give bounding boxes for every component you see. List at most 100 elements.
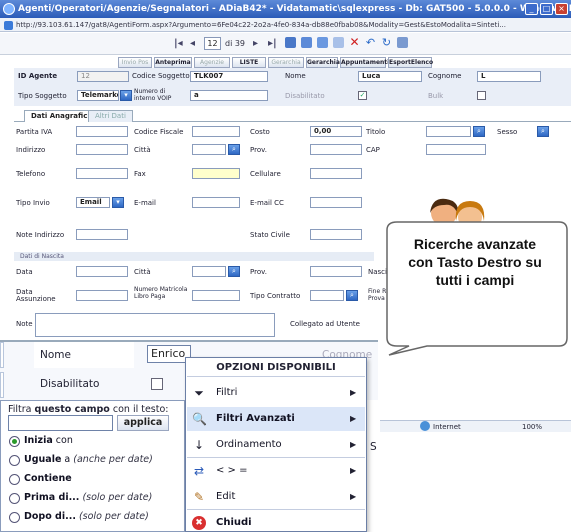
tipo-contratto-field[interactable] [310, 290, 344, 301]
zoom-disabilitato-checkbox[interactable] [151, 378, 163, 390]
telefono-label: Telefono [16, 170, 46, 178]
edit-icon[interactable] [333, 37, 344, 48]
disabilitato-checkbox[interactable]: ✓ [358, 91, 367, 100]
citta-nascita-field[interactable] [192, 266, 226, 277]
toolbar-button-esportelenco[interactable]: EsportElenco [388, 57, 433, 68]
tipo-invio-dropdown-icon[interactable]: ▾ [112, 197, 124, 208]
cognome-field[interactable]: L [477, 71, 541, 82]
email-field[interactable] [192, 197, 240, 208]
titolo-field[interactable] [426, 126, 471, 137]
tipo-contratto-search-icon[interactable]: ⌕ [346, 290, 358, 301]
filter-radio-0[interactable] [9, 436, 20, 447]
first-record-button[interactable]: |◂ [174, 38, 183, 49]
context-menu-item-chiudi[interactable] [187, 511, 365, 532]
id-agente-label: ID Agente [18, 72, 58, 80]
minimize-button[interactable]: _ [525, 3, 538, 15]
citta-field[interactable] [192, 144, 226, 155]
disabilitato-label: Disabilitato [285, 92, 325, 100]
matricola-label: Numero Matricola Libro Paga [134, 286, 188, 300]
stato-civile-label: Stato Civile [250, 231, 290, 239]
print-icon[interactable] [397, 37, 408, 48]
prov-label: Prov. [250, 146, 267, 154]
toolbar-button-anteprima[interactable]: Anteprima [154, 57, 192, 68]
codice-soggetto-field[interactable]: TLK007 [190, 71, 268, 82]
toolbar-button-gerarchia[interactable]: Gerarchia [306, 57, 340, 68]
filter-apply-button[interactable]: applica [117, 415, 169, 431]
tipo-invio-select[interactable]: Email [76, 197, 110, 208]
context-menu-title: OPZIONI DISPONIBILI [187, 359, 365, 377]
email-label: E-mail [134, 199, 156, 207]
toolbar-button-appuntamenti[interactable]: Appuntamenti [340, 57, 389, 68]
refresh-icon[interactable]: ↻ [381, 37, 392, 48]
new-record-icon[interactable] [301, 37, 312, 48]
dati-nascita-header: Dati di Nascita [14, 252, 374, 261]
fax-label: Fax [134, 170, 146, 178]
magnifier-icon: 🔍 [192, 412, 207, 426]
costo-field[interactable]: 0,00 [310, 126, 362, 137]
copy-icon[interactable] [317, 37, 328, 48]
filter-option-label[interactable]: Prima di... (solo per date) [24, 492, 152, 503]
titolo-search-icon[interactable]: ⌕ [473, 126, 485, 137]
citta-nascita-label: Città [134, 268, 151, 276]
note-indirizzo-field[interactable] [76, 229, 128, 240]
prov-nascita-field[interactable] [310, 266, 362, 277]
context-menu-item-[interactable] [187, 459, 365, 483]
indirizzo-field[interactable] [76, 144, 128, 155]
data-assunzione-field[interactable] [76, 290, 128, 301]
prov-field[interactable] [310, 144, 362, 155]
citta-search-icon[interactable]: ⌕ [228, 144, 240, 155]
undo-icon[interactable]: ↶ [365, 37, 376, 48]
data-nascita-field[interactable] [76, 266, 128, 277]
filter-option-label[interactable]: Contiene [24, 473, 72, 484]
context-menu-item-edit[interactable] [187, 485, 365, 509]
cellulare-field[interactable] [310, 168, 362, 179]
filter-text-input[interactable] [8, 415, 113, 431]
nome-field[interactable]: Luca [358, 71, 422, 82]
tipo-soggetto-select[interactable]: Telemarketing [77, 90, 119, 101]
zoom-level[interactable]: 100% [522, 423, 542, 431]
partita-iva-field[interactable] [76, 126, 128, 137]
tab-altri-dati[interactable]: Altri Dati [88, 110, 133, 122]
tab-dati-anagrafici[interactable]: Dati Anagrafici [24, 110, 97, 122]
context-menu-item-label: Ordinamento [216, 439, 282, 450]
filter-radio-1[interactable] [9, 455, 20, 466]
save-icon[interactable] [285, 37, 296, 48]
bulk-checkbox[interactable] [477, 91, 486, 100]
id-agente-field[interactable]: 12 [77, 71, 129, 82]
filter-option-label[interactable]: Uguale a (anche per date) [24, 454, 153, 465]
filter-option-label[interactable]: Dopo di... (solo per date) [24, 511, 149, 522]
cap-field[interactable] [426, 144, 486, 155]
filter-title: Filtra questo campo con il testo: [8, 404, 169, 415]
telefono-field[interactable] [76, 168, 128, 179]
codice-fiscale-field[interactable] [192, 126, 240, 137]
cellulare-label: Cellulare [250, 170, 281, 178]
stato-civile-field[interactable] [310, 229, 362, 240]
email-cc-field[interactable] [310, 197, 362, 208]
delete-icon[interactable]: ✕ [349, 36, 360, 48]
tipo-soggetto-dropdown-icon[interactable]: ▾ [120, 90, 132, 101]
maximize-button[interactable]: □ [540, 3, 553, 15]
tipo-invio-label: Tipo Invio [16, 199, 50, 207]
note-textarea[interactable] [35, 313, 275, 337]
address-bar[interactable]: http://93.103.61.147/gat8/AgentiForm.asp… [0, 18, 571, 32]
page-number-input[interactable]: 12 [204, 37, 221, 50]
close-window-button[interactable]: × [555, 3, 568, 15]
prev-record-button[interactable]: ◂ [190, 38, 195, 49]
codice-soggetto-label: Codice Soggetto [132, 72, 190, 80]
filter-option-label[interactable]: Inizia con [24, 435, 73, 446]
numero-interno-field[interactable]: a [190, 90, 268, 101]
next-record-button[interactable]: ▸ [253, 38, 258, 49]
matricola-field[interactable] [192, 290, 240, 301]
last-record-button[interactable]: ▸| [268, 38, 277, 49]
sesso-search-icon[interactable]: ⌕ [537, 126, 549, 137]
filter-radio-3[interactable] [9, 493, 20, 504]
sesso-label: Sesso [497, 128, 518, 136]
fax-field[interactable] [192, 168, 240, 179]
edit-icon: ✎ [193, 490, 205, 504]
filter-radio-4[interactable] [9, 512, 20, 523]
context-menu-item-filtri[interactable] [187, 381, 365, 405]
compare-icon: ⇄ [193, 464, 205, 478]
filter-radio-2[interactable] [9, 474, 20, 485]
toolbar-button-liste[interactable]: LISTE [232, 57, 266, 68]
citta-nascita-search-icon[interactable]: ⌕ [228, 266, 240, 277]
